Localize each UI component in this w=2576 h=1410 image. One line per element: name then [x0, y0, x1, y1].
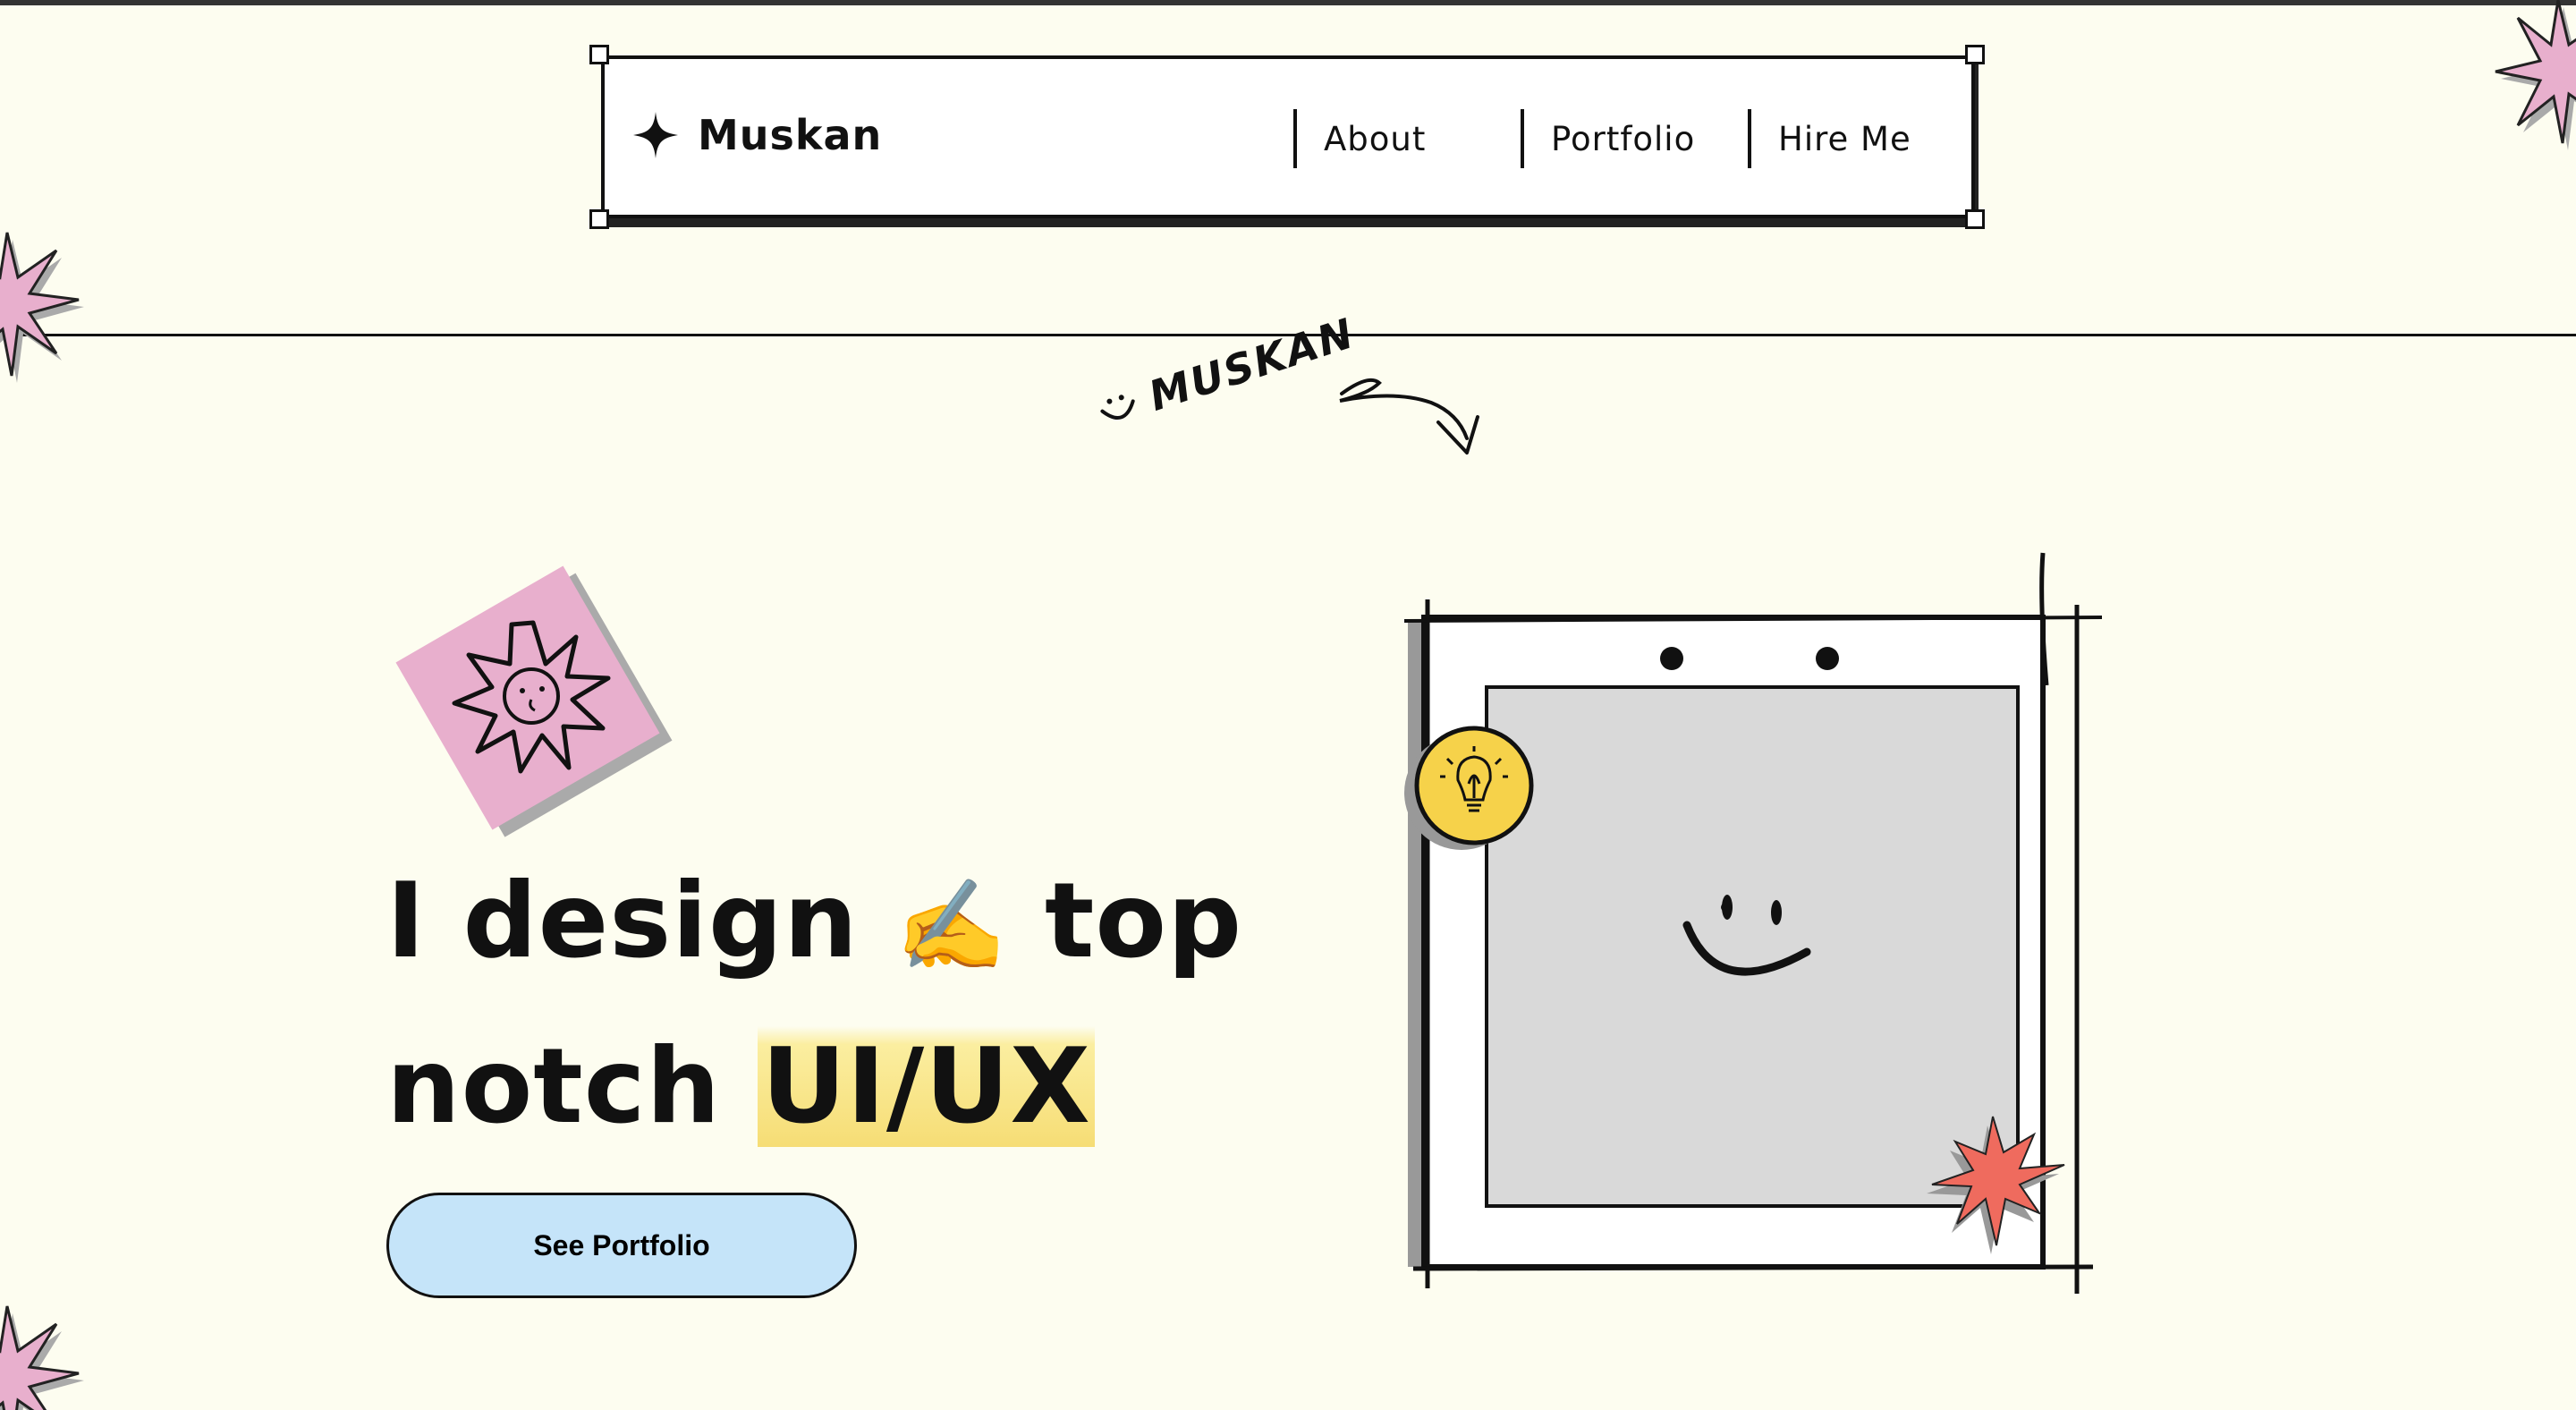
nav-link-portfolio[interactable]: Portfolio	[1521, 109, 1748, 168]
star-icon	[0, 232, 84, 383]
writing-hand-icon: ✍️	[895, 873, 1008, 978]
headline-text: notch	[386, 1026, 722, 1147]
resize-handle	[1965, 45, 1985, 64]
sparkle-icon	[633, 112, 678, 158]
brand-name: Muskan	[698, 111, 883, 159]
resize-handle	[589, 45, 609, 64]
name-tag: MUSKAN	[1090, 309, 1360, 437]
nav-links: About Portfolio Hire Me	[1293, 109, 1927, 168]
nav-link-hire-me[interactable]: Hire Me	[1748, 109, 1927, 168]
headline-text: top	[1044, 861, 1243, 981]
nav-link-about[interactable]: About	[1293, 109, 1521, 168]
navbar: Muskan About Portfolio Hire Me	[601, 55, 1975, 218]
arrow-icon	[1339, 378, 1479, 454]
brand[interactable]: Muskan	[633, 111, 882, 159]
headline-line-1: I design ✍️ top	[386, 841, 1281, 1007]
see-portfolio-button[interactable]: See Portfolio	[386, 1193, 857, 1298]
resize-handle	[589, 209, 609, 229]
hero-headline: I design ✍️ top notch UI/UX	[386, 841, 1281, 1168]
headline-text: I design	[386, 861, 859, 981]
headline-highlight: UI/UX	[758, 1026, 1095, 1147]
star-icon	[2495, 0, 2576, 150]
portrait-illustration	[1403, 552, 2103, 1294]
window-top-bar	[0, 0, 2576, 5]
smiley-icon	[1100, 395, 1135, 420]
sun-icon	[395, 565, 673, 837]
star-icon	[0, 1305, 84, 1410]
resize-handle	[1965, 209, 1985, 229]
headline-line-2: notch UI/UX	[386, 1007, 1281, 1168]
tag-text: MUSKAN	[1142, 308, 1361, 420]
